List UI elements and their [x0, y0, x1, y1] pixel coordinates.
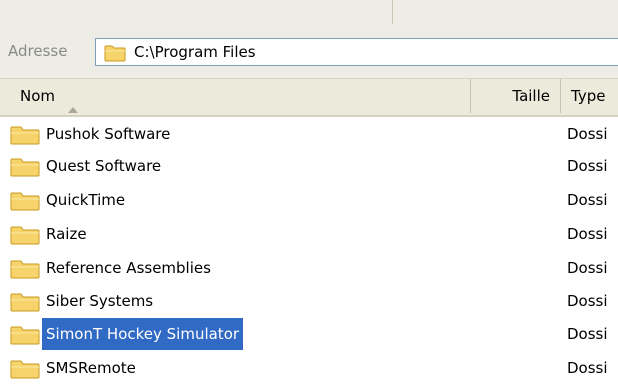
- list-item-type: Dossi: [567, 191, 608, 209]
- list-item-type: Dossi: [567, 292, 608, 310]
- folder-icon: [10, 325, 40, 349]
- toolbar-button[interactable]: [402, 3, 426, 21]
- toolbar-separator: [392, 0, 393, 24]
- list-item[interactable]: Raize Dossi: [0, 218, 618, 250]
- list-item[interactable]: Reference Assemblies Dossi: [0, 252, 618, 284]
- list-item-name: SMSRemote: [46, 359, 136, 377]
- list-item-type: Dossi: [567, 359, 608, 377]
- folder-icon: [10, 225, 40, 249]
- list-item[interactable]: SMSRemote Dossi: [0, 352, 618, 384]
- list-item[interactable]: Pushok Software Dossi: [0, 118, 618, 150]
- list-item-name: Quest Software: [46, 157, 162, 175]
- list-item-name: Reference Assemblies: [46, 259, 211, 277]
- address-field[interactable]: C:\Program Files: [95, 38, 618, 66]
- list-item[interactable]: Quest Software Dossi: [0, 150, 618, 182]
- column-header-type[interactable]: Type: [560, 79, 618, 113]
- folder-icon: [10, 292, 40, 316]
- list-item-name: SimonT Hockey Simulator: [42, 318, 244, 350]
- address-bar: Adresse C:\Program Files: [0, 30, 618, 79]
- folder-icon: [104, 44, 126, 66]
- list-item-type: Dossi: [567, 325, 608, 343]
- list-item-type: Dossi: [567, 157, 608, 175]
- list-item-name: Raize: [46, 225, 87, 243]
- toolbar-button[interactable]: [40, 3, 64, 21]
- list-item-name: Pushok Software: [46, 125, 171, 143]
- address-path: C:\Program Files: [134, 43, 256, 61]
- toolbar-button[interactable]: [255, 3, 279, 21]
- list-item-type: Dossi: [567, 125, 608, 143]
- list-item-name: Siber Systems: [46, 292, 154, 310]
- list-item-name: QuickTime: [46, 191, 126, 209]
- column-header-bar: Nom Taille Type: [0, 79, 618, 117]
- list-item-selected[interactable]: SimonT Hockey Simulator Dossi: [0, 318, 618, 350]
- column-header-size-label: Taille: [512, 87, 550, 105]
- address-label: Adresse: [8, 42, 68, 60]
- column-header-name-label: Nom: [20, 87, 56, 105]
- list-item[interactable]: QuickTime Dossi: [0, 184, 618, 216]
- folder-icon: [10, 125, 40, 149]
- folder-icon: [10, 359, 40, 383]
- folder-icon: [10, 191, 40, 215]
- folder-icon: [10, 259, 40, 283]
- column-header-name[interactable]: Nom: [0, 79, 470, 113]
- list-item-type: Dossi: [567, 259, 608, 277]
- column-header-type-label: Type: [571, 87, 606, 105]
- folder-icon: [10, 157, 40, 181]
- list-item[interactable]: Siber Systems Dossi: [0, 285, 618, 317]
- column-header-size[interactable]: Taille: [470, 79, 560, 113]
- list-item-type: Dossi: [567, 225, 608, 243]
- toolbar: [0, 0, 618, 31]
